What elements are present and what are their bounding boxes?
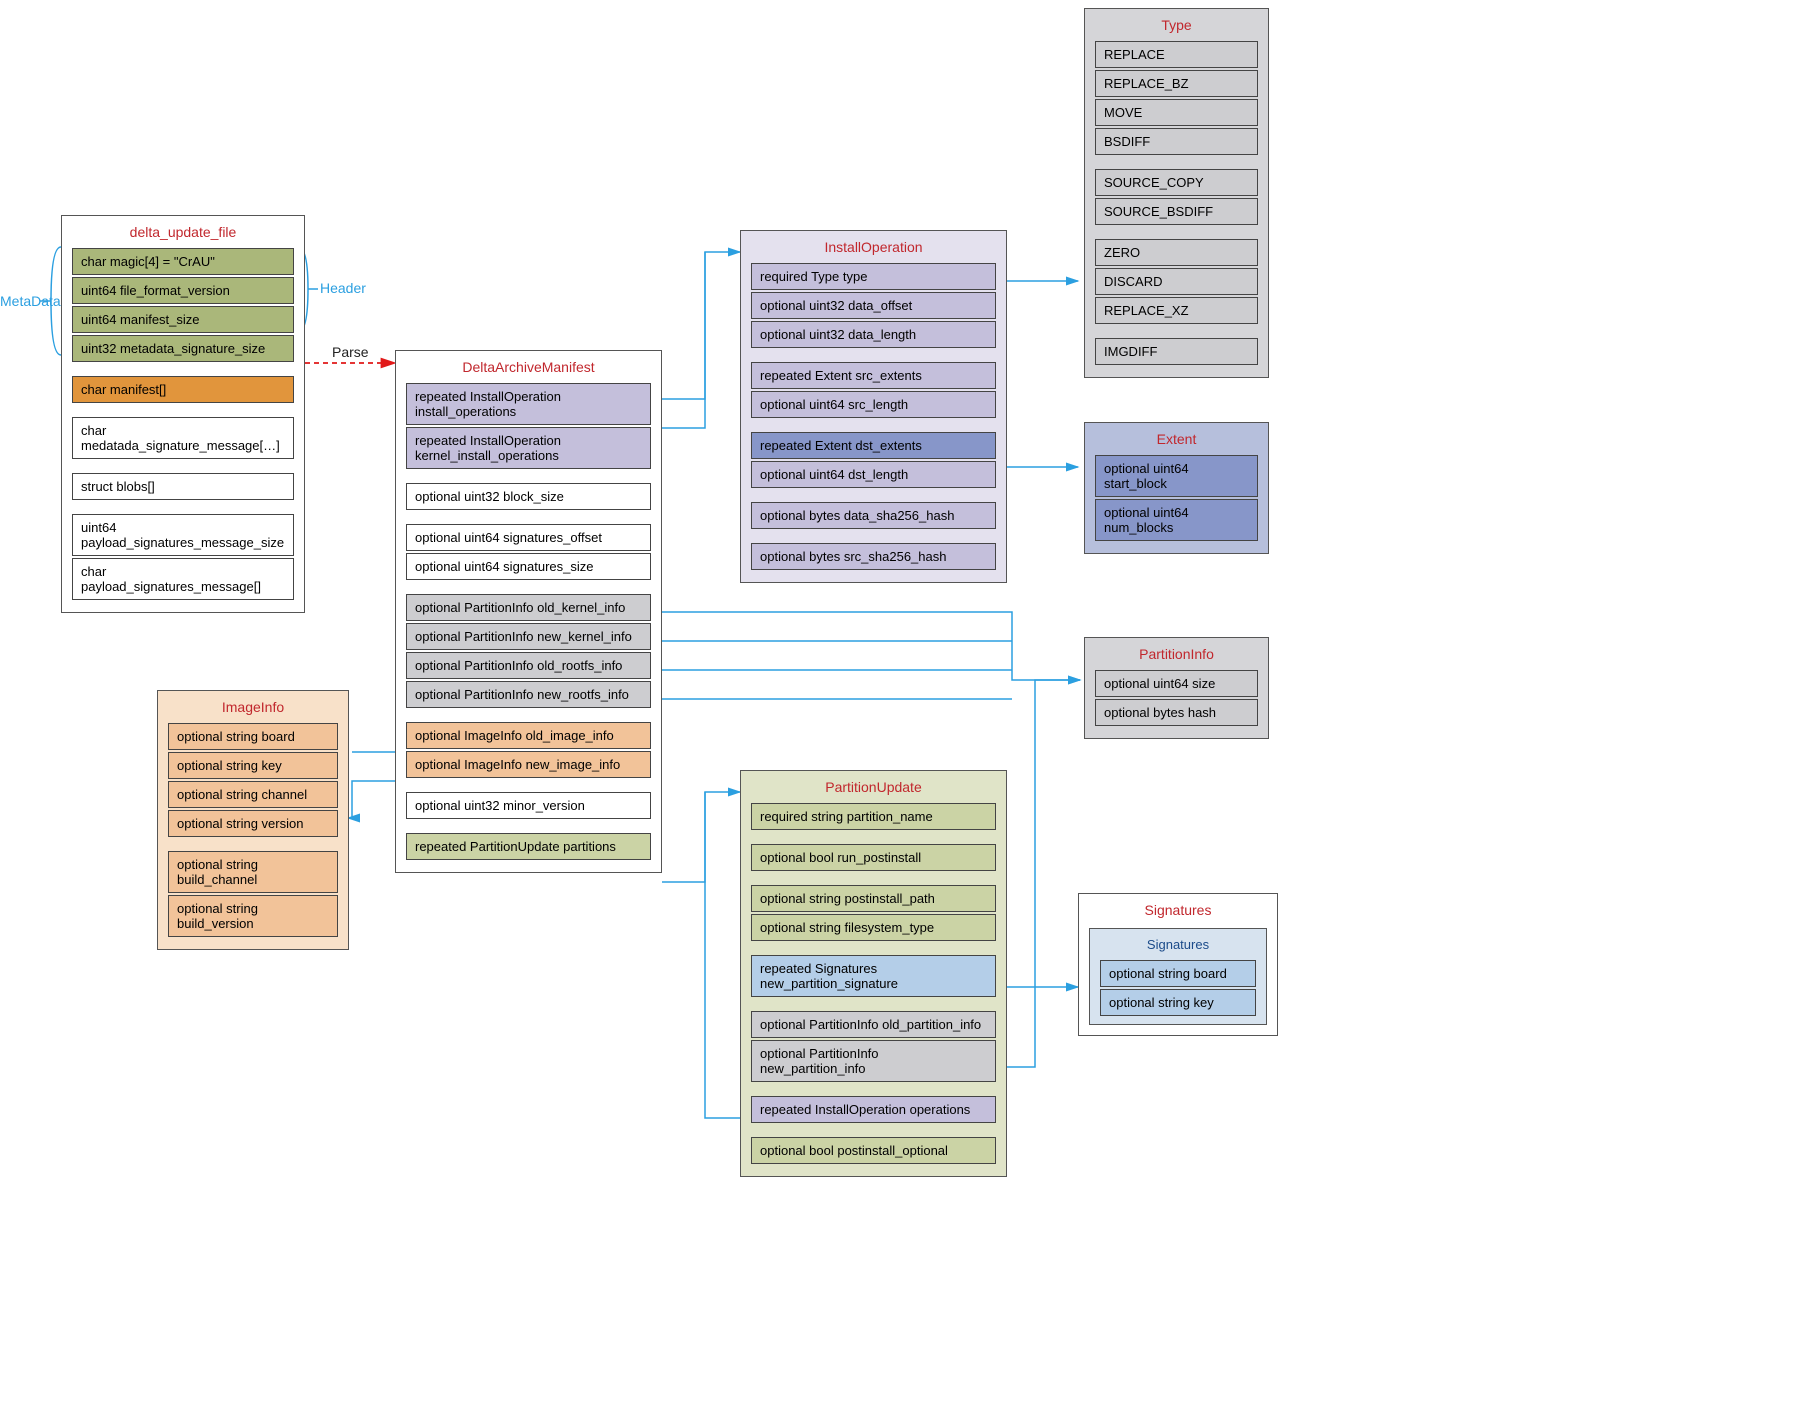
- field-io-dst-length: optional uint64 dst_length: [751, 461, 996, 488]
- field-type-imgdiff: IMGDIFF: [1095, 338, 1258, 365]
- field-io-data-sha256: optional bytes data_sha256_hash: [751, 502, 996, 529]
- field-type-replacebz: REPLACE_BZ: [1095, 70, 1258, 97]
- field-magic: char magic[4] = "CrAU": [72, 248, 294, 275]
- field-minor-version: optional uint32 minor_version: [406, 792, 651, 819]
- field-payload-signatures-message-size: uint64 payload_signatures_message_size: [72, 514, 294, 556]
- field-pu-postinstall-optional: optional bool postinstall_optional: [751, 1137, 996, 1164]
- field-new-rootfs-info: optional PartitionInfo new_rootfs_info: [406, 681, 651, 708]
- field-pu-new-partition-info: optional PartitionInfo new_partition_inf…: [751, 1040, 996, 1082]
- field-new-image-info: optional ImageInfo new_image_info: [406, 751, 651, 778]
- field-payload-signatures-message: char payload_signatures_message[]: [72, 558, 294, 600]
- title-pu: PartitionUpdate: [741, 771, 1006, 801]
- field-old-kernel-info: optional PartitionInfo old_kernel_info: [406, 594, 651, 621]
- field-old-image-info: optional ImageInfo old_image_info: [406, 722, 651, 749]
- box-install-operation: InstallOperation required Type type opti…: [740, 230, 1007, 583]
- title-io: InstallOperation: [741, 231, 1006, 261]
- field-pu-old-partition-info: optional PartitionInfo old_partition_inf…: [751, 1011, 996, 1038]
- title-delta-update-file: delta_update_file: [62, 216, 304, 246]
- field-struct-blobs: struct blobs[]: [72, 473, 294, 500]
- box-type: Type REPLACE REPLACE_BZ MOVE BSDIFF SOUR…: [1084, 8, 1269, 378]
- title-signatures-inner: Signatures: [1090, 929, 1266, 958]
- box-extent: Extent optional uint64 start_block optio…: [1084, 422, 1269, 554]
- title-extent: Extent: [1085, 423, 1268, 453]
- field-ii-build-version: optional string build_version: [168, 895, 338, 937]
- field-sig-board: optional string board: [1100, 960, 1256, 987]
- field-io-dst-extents: repeated Extent dst_extents: [751, 432, 996, 459]
- box-delta-archive-manifest: DeltaArchiveManifest repeated InstallOpe…: [395, 350, 662, 873]
- field-type-zero: ZERO: [1095, 239, 1258, 266]
- box-image-info: ImageInfo optional string board optional…: [157, 690, 349, 950]
- field-metadata-signature-size: uint32 metadata_signature_size: [72, 335, 294, 362]
- field-metadata-signature-message: char medatada_signature_message[…]: [72, 417, 294, 459]
- field-type-discard: DISCARD: [1095, 268, 1258, 295]
- field-pu-name: required string partition_name: [751, 803, 996, 830]
- field-pu-filesystem-type: optional string filesystem_type: [751, 914, 996, 941]
- field-pu-operations: repeated InstallOperation operations: [751, 1096, 996, 1123]
- field-io-src-extents: repeated Extent src_extents: [751, 362, 996, 389]
- field-kernel-install-operations: repeated InstallOperation kernel_install…: [406, 427, 651, 469]
- title-image-info: ImageInfo: [158, 691, 348, 721]
- label-header: Header: [320, 280, 366, 296]
- title-type: Type: [1085, 9, 1268, 39]
- field-pi-hash: optional bytes hash: [1095, 699, 1258, 726]
- label-parse: Parse: [332, 344, 369, 360]
- title-dam: DeltaArchiveManifest: [396, 351, 661, 381]
- field-ii-board: optional string board: [168, 723, 338, 750]
- title-signatures: Signatures: [1079, 894, 1277, 924]
- field-ii-build-channel: optional string build_channel: [168, 851, 338, 893]
- field-old-rootfs-info: optional PartitionInfo old_rootfs_info: [406, 652, 651, 679]
- field-pu-new-partition-signature: repeated Signatures new_partition_signat…: [751, 955, 996, 997]
- title-pi: PartitionInfo: [1085, 638, 1268, 668]
- field-ii-version: optional string version: [168, 810, 338, 837]
- field-io-src-sha256: optional bytes src_sha256_hash: [751, 543, 996, 570]
- field-io-data-length: optional uint32 data_length: [751, 321, 996, 348]
- box-signatures-inner: Signatures optional string board optiona…: [1089, 928, 1267, 1025]
- field-type-bsdiff: BSDIFF: [1095, 128, 1258, 155]
- field-pi-size: optional uint64 size: [1095, 670, 1258, 697]
- field-ii-channel: optional string channel: [168, 781, 338, 808]
- field-partitions: repeated PartitionUpdate partitions: [406, 833, 651, 860]
- box-partition-info: PartitionInfo optional uint64 size optio…: [1084, 637, 1269, 739]
- field-signatures-offset: optional uint64 signatures_offset: [406, 524, 651, 551]
- field-sig-key: optional string key: [1100, 989, 1256, 1016]
- field-file-format-version: uint64 file_format_version: [72, 277, 294, 304]
- field-type-move: MOVE: [1095, 99, 1258, 126]
- box-signatures-outer: Signatures Signatures optional string bo…: [1078, 893, 1278, 1036]
- field-type-replace: REPLACE: [1095, 41, 1258, 68]
- field-io-data-offset: optional uint32 data_offset: [751, 292, 996, 319]
- field-type-replacexz: REPLACE_XZ: [1095, 297, 1258, 324]
- field-install-operations: repeated InstallOperation install_operat…: [406, 383, 651, 425]
- field-block-size: optional uint32 block_size: [406, 483, 651, 510]
- field-extent-num: optional uint64 num_blocks: [1095, 499, 1258, 541]
- field-type-sourcecopy: SOURCE_COPY: [1095, 169, 1258, 196]
- field-extent-start: optional uint64 start_block: [1095, 455, 1258, 497]
- field-pu-postinstall-path: optional string postinstall_path: [751, 885, 996, 912]
- field-signatures-size: optional uint64 signatures_size: [406, 553, 651, 580]
- field-manifest-size: uint64 manifest_size: [72, 306, 294, 333]
- field-new-kernel-info: optional PartitionInfo new_kernel_info: [406, 623, 651, 650]
- box-partition-update: PartitionUpdate required string partitio…: [740, 770, 1007, 1177]
- field-type-sourcebsd: SOURCE_BSDIFF: [1095, 198, 1258, 225]
- field-manifest: char manifest[]: [72, 376, 294, 403]
- box-delta-update-file: delta_update_file char magic[4] = "CrAU"…: [61, 215, 305, 613]
- field-pu-run-postinstall: optional bool run_postinstall: [751, 844, 996, 871]
- label-metadata: MetaData: [0, 293, 61, 309]
- field-io-src-length: optional uint64 src_length: [751, 391, 996, 418]
- field-ii-key: optional string key: [168, 752, 338, 779]
- field-io-type: required Type type: [751, 263, 996, 290]
